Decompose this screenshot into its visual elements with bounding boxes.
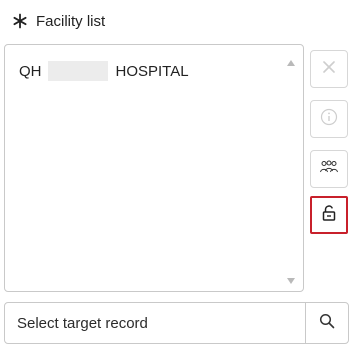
list-item[interactable]: QH HOSPITAL (19, 61, 189, 81)
unlock-icon (320, 204, 338, 227)
close-icon (321, 59, 337, 80)
field-label: Facility list (12, 10, 105, 32)
asterisk-icon (12, 13, 28, 29)
group-icon (319, 159, 339, 180)
search-button[interactable] (305, 303, 348, 343)
target-record-search (4, 302, 349, 344)
search-input[interactable] (5, 303, 305, 343)
search-icon (319, 313, 335, 334)
unlock-button[interactable] (310, 196, 348, 234)
redacted-text (47, 61, 108, 81)
list-item-suffix: HOSPITAL (115, 62, 189, 80)
remove-button[interactable] (310, 50, 348, 88)
triangle-down-icon[interactable] (285, 273, 297, 284)
triangle-up-icon[interactable] (285, 55, 297, 66)
facility-listbox[interactable]: QH HOSPITAL (4, 44, 304, 292)
field-label-text: Facility list (36, 12, 106, 30)
info-button[interactable] (310, 100, 348, 138)
info-icon (320, 108, 338, 131)
list-item-prefix: QH (19, 62, 42, 80)
group-button[interactable] (310, 150, 348, 188)
